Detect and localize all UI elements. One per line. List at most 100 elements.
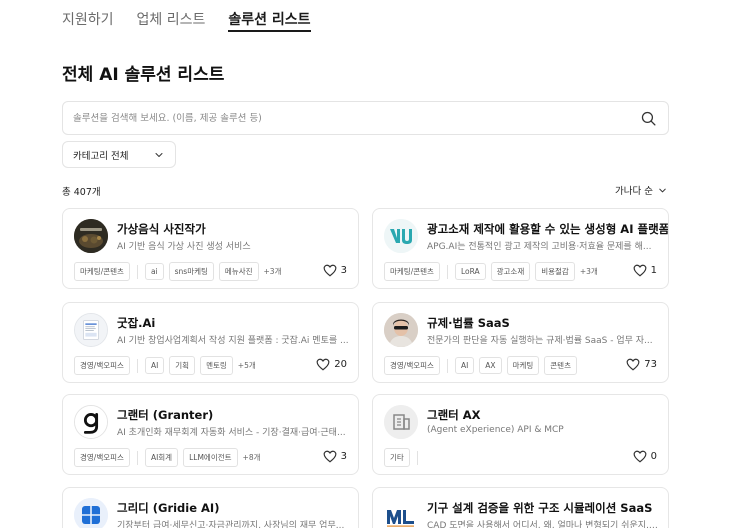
- tag: LLM에이전트: [183, 448, 238, 467]
- tag: LoRA: [454, 263, 486, 280]
- search-input[interactable]: [73, 112, 638, 124]
- tag-divider: [446, 358, 448, 373]
- tag: 기타: [384, 448, 410, 467]
- tag: 광고소재: [490, 262, 531, 281]
- solution-desc: 전문가의 판단을 자동 실행하는 규제·법률 SaaS - 업무 자...: [427, 336, 653, 346]
- category-select[interactable]: 카테고리 전체: [62, 141, 176, 168]
- sort-select[interactable]: 가나다 순: [615, 183, 668, 197]
- tag: 멘토링: [200, 356, 233, 375]
- top-tabs: 지원하기 업체 리스트 솔루션 리스트: [62, 0, 334, 36]
- search-bar: [62, 101, 669, 135]
- solution-name: 굿잡.Ai: [117, 316, 156, 330]
- like-button[interactable]: 3: [323, 450, 347, 463]
- tag: 마케팅: [506, 356, 540, 375]
- solution-card[interactable]: 규제·법률 SaaS 전문가의 판단을 자동 실행하는 규제·법률 SaaS -…: [372, 302, 669, 383]
- like-count: 1: [650, 265, 657, 276]
- tag: AI: [454, 357, 475, 374]
- like-count: 73: [644, 359, 657, 370]
- like-count: 3: [340, 265, 347, 276]
- more-tags-count: +5개: [237, 361, 256, 370]
- heart-icon: [323, 264, 337, 277]
- tag-divider: [136, 358, 138, 373]
- solution-desc: AI 초개인화 재무회계 자동화 서비스 - 기장·결재·급여·근태...: [117, 428, 346, 438]
- tag-divider: [446, 264, 448, 279]
- heart-icon: [323, 450, 337, 463]
- solution-logo: [74, 313, 108, 347]
- solution-card[interactable]: 가상음식 사진작가 AI 기반 음식 가상 사진 생성 서비스 마케팅/콘텐츠 …: [62, 208, 359, 289]
- tag: ai: [144, 263, 164, 280]
- like-count: 0: [650, 451, 657, 462]
- solution-name: 규제·법률 SaaS: [427, 316, 510, 330]
- heart-icon: [633, 450, 647, 463]
- tag-list: 경영/백오피스 AI AX 마케팅 콘텐츠: [384, 356, 577, 375]
- solution-card[interactable]: 그랜터 (Granter) AI 초개인화 재무회계 자동화 서비스 - 기장·…: [62, 394, 359, 475]
- tab-apply[interactable]: 지원하기: [62, 0, 114, 36]
- solution-card[interactable]: 그랜터 AX (Agent eXperience) API & MCP 기타 0: [372, 394, 669, 475]
- like-button[interactable]: 20: [316, 358, 347, 371]
- like-button[interactable]: 73: [626, 358, 657, 371]
- tag: 비용절감: [535, 262, 575, 281]
- like-count: 20: [334, 359, 347, 370]
- building-icon: [384, 405, 418, 439]
- like-button[interactable]: 0: [633, 450, 657, 463]
- like-button[interactable]: 3: [323, 264, 347, 277]
- solution-logo: [74, 498, 108, 528]
- solution-desc: (Agent eXperience) API & MCP: [427, 425, 564, 435]
- tag: 콘텐츠: [544, 356, 577, 375]
- tag: 경영/백오피스: [384, 356, 440, 375]
- tag-list: 마케팅/콘텐츠 ai sns마케팅 메뉴사진 +3개: [74, 262, 281, 281]
- chevron-down-icon: [659, 188, 666, 192]
- solution-logo: [384, 219, 418, 253]
- tag: AX: [479, 357, 502, 374]
- solution-card[interactable]: 굿잡.Ai AI 기반 창업사업계획서 작성 지원 플랫폼 : 굿잡.Ai 멘토…: [62, 302, 359, 383]
- solution-desc: AI 기반 음식 가상 사진 생성 서비스: [117, 242, 251, 252]
- more-tags-count: +3개: [579, 267, 598, 276]
- category-select-value: 카테고리 전체: [73, 150, 129, 162]
- tag-divider: [416, 450, 418, 465]
- page-title: 전체 AI 솔루션 리스트: [62, 65, 225, 85]
- like-button[interactable]: 1: [633, 264, 657, 277]
- tag: AI회계: [144, 448, 179, 467]
- tag: 기획: [169, 356, 196, 375]
- search-icon[interactable]: [638, 108, 658, 128]
- like-count: 3: [340, 451, 347, 462]
- heart-icon: [633, 264, 647, 277]
- solution-name: 그리디 (Gridie AI): [117, 501, 220, 515]
- solution-logo: [384, 405, 418, 439]
- solution-logo: [74, 405, 108, 439]
- solution-desc: APG.AI는 전통적인 광고 제작의 고비용·저효율 문제를 해...: [427, 242, 652, 252]
- tag-divider: [136, 450, 138, 465]
- solution-logo: [384, 313, 418, 347]
- solution-logo: [384, 498, 418, 528]
- solution-desc: 기장부터 급여·세무신고·자금관리까지, 사장님의 재무 업무...: [117, 521, 345, 528]
- heart-icon: [316, 358, 330, 371]
- total-count: 총 407개: [62, 187, 101, 198]
- solution-card[interactable]: 기구 설계 검증을 위한 구조 시뮬레이션 SaaS CAD 도면을 사용해서 …: [372, 487, 669, 528]
- tag: 경영/백오피스: [74, 448, 130, 467]
- solution-name: 그랜터 (Granter): [117, 408, 214, 422]
- solution-name: 광고소재 제작에 활용할 수 있는 생성형 AI 플랫폼: [427, 222, 669, 236]
- solution-desc: AI 기반 창업사업계획서 작성 지원 플랫폼 : 굿잡.Ai 멘토를 ...: [117, 336, 349, 346]
- tag: 메뉴사진: [218, 262, 259, 281]
- more-tags-count: +8개: [242, 453, 261, 462]
- solution-name: 그랜터 AX: [427, 408, 481, 422]
- tag: sns마케팅: [168, 262, 214, 281]
- solution-card[interactable]: 광고소재 제작에 활용할 수 있는 생성형 AI 플랫폼 APG.AI는 전통적…: [372, 208, 669, 289]
- tag-divider: [136, 264, 138, 279]
- more-tags-count: +3개: [263, 267, 282, 276]
- tag: 마케팅/콘텐츠: [74, 262, 130, 281]
- solution-name: 기구 설계 검증을 위한 구조 시뮬레이션 SaaS: [427, 501, 653, 515]
- tag: 마케팅/콘텐츠: [384, 262, 440, 281]
- tag: AI: [144, 357, 165, 374]
- tag-list: 기타: [384, 448, 420, 467]
- tab-solution-list[interactable]: 솔루션 리스트: [228, 0, 311, 36]
- tab-company-list[interactable]: 업체 리스트: [137, 0, 206, 36]
- chevron-down-icon: [155, 152, 163, 157]
- tag: 경영/백오피스: [74, 356, 130, 375]
- tag-list: 경영/백오피스 AI 기획 멘토링 +5개: [74, 356, 256, 375]
- heart-icon: [626, 358, 640, 371]
- solution-logo: [74, 219, 108, 253]
- solution-name: 가상음식 사진작가: [117, 222, 206, 236]
- tag-list: 마케팅/콘텐츠 LoRA 광고소재 비용절감 +3개: [384, 262, 598, 281]
- solution-card[interactable]: 그리디 (Gridie AI) 기장부터 급여·세무신고·자금관리까지, 사장님…: [62, 487, 359, 528]
